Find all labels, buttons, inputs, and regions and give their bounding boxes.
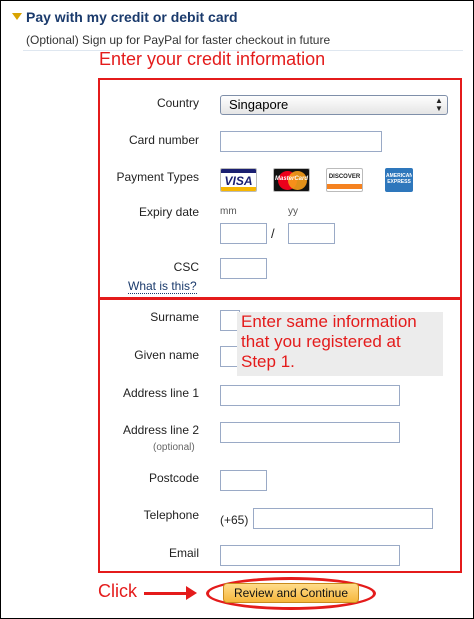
- email-input[interactable]: [220, 545, 400, 566]
- expiry-date-label: Expiry date: [138, 205, 199, 219]
- expiry-month-input[interactable]: [220, 223, 267, 244]
- expiry-mm-label: mm: [220, 206, 237, 217]
- address-line2-input[interactable]: [220, 422, 400, 443]
- mastercard-card-icon: MasterCard: [273, 168, 310, 192]
- discover-card-icon: DISCOVER: [326, 168, 363, 192]
- select-arrows-icon: ▲ ▼: [435, 96, 443, 113]
- telephone-label: Telephone: [143, 508, 199, 522]
- review-and-continue-button[interactable]: Review and Continue: [223, 583, 359, 603]
- postcode-label: Postcode: [148, 471, 199, 485]
- country-value: Singapore: [229, 97, 289, 112]
- country-select[interactable]: Singapore ▲ ▼: [220, 95, 448, 115]
- amex-card-icon: AMERICAN EXPRESS: [385, 168, 413, 192]
- card-number-label: Card number: [128, 133, 199, 147]
- address-line1-input[interactable]: [220, 385, 400, 406]
- address-line2-label: Address line 2: [122, 423, 199, 437]
- email-label: Email: [168, 546, 199, 560]
- csc-label: CSC: [173, 260, 199, 274]
- expiry-separator: /: [271, 226, 275, 241]
- card-number-input[interactable]: [220, 131, 382, 152]
- postcode-input[interactable]: [220, 470, 267, 491]
- surname-label: Surname: [150, 310, 199, 324]
- given-name-label: Given name: [134, 348, 199, 362]
- section-title[interactable]: Pay with my credit or debit card: [26, 9, 238, 25]
- optional-note: (optional): [153, 442, 195, 453]
- address-line1-label: Address line 1: [122, 386, 199, 400]
- telephone-prefix: (+65): [220, 513, 249, 527]
- checkout-panel: Pay with my credit or debit card (Option…: [0, 0, 474, 619]
- annotation-enter-credit-info: Enter your credit information: [99, 49, 326, 69]
- csc-help-link[interactable]: What is this?: [128, 279, 197, 294]
- payment-types-label: Payment Types: [116, 170, 200, 184]
- csc-input[interactable]: [220, 258, 267, 279]
- section-subtitle: (Optional) Sign up for PayPal for faster…: [26, 33, 331, 47]
- annotation-click: Click: [98, 581, 137, 601]
- arrow-right-icon: [186, 586, 197, 600]
- visa-card-icon: VISA: [220, 168, 257, 192]
- collapse-arrow-icon[interactable]: [12, 13, 22, 20]
- annotation-same-info: Enter same information that you register…: [241, 312, 417, 371]
- telephone-input[interactable]: [253, 508, 433, 529]
- expiry-year-input[interactable]: [288, 223, 335, 244]
- country-label: Country: [156, 96, 199, 110]
- annotation-arrow-line: [144, 592, 188, 595]
- expiry-yy-label: yy: [288, 206, 298, 217]
